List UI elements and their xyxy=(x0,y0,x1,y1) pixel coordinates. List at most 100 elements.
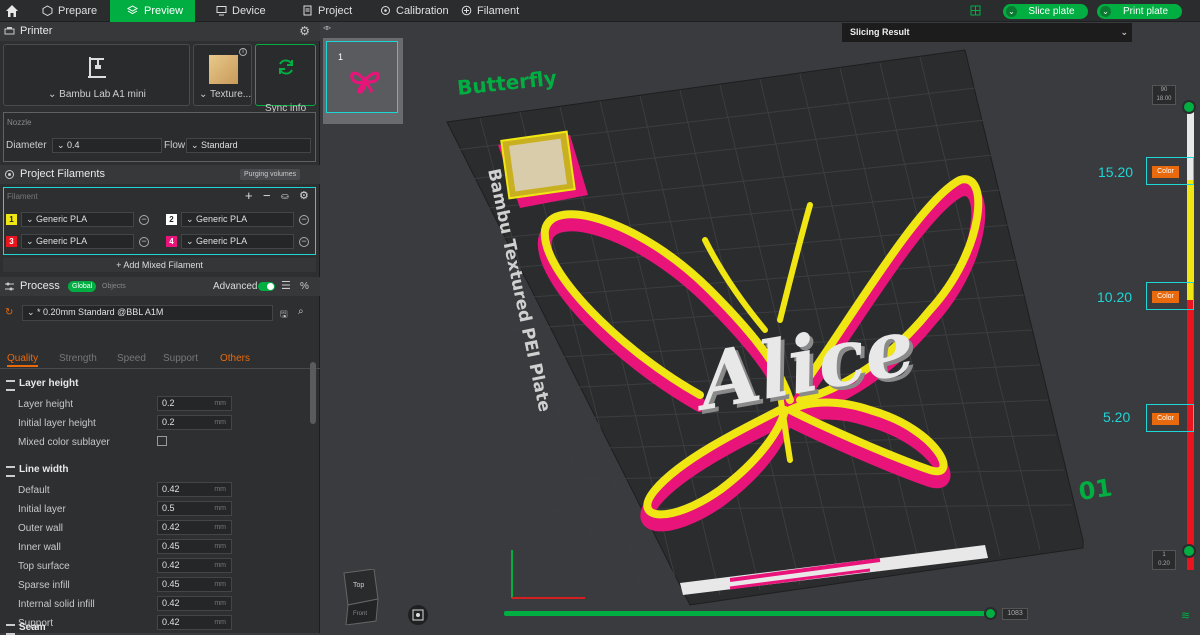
3d-viewport[interactable]: Alice Alice Bambu Textured PEI Plate But… xyxy=(321,22,1200,633)
tab-filament-manager[interactable]: Filament Manager xyxy=(459,0,561,39)
tab-calibration[interactable]: Calibration xyxy=(378,0,449,22)
sync-info-button[interactable]: Sync info xyxy=(255,44,316,114)
printer-card[interactable]: ⌄ Bambu Lab A1 mini xyxy=(3,44,190,106)
layers-stack-icon[interactable]: ≋ xyxy=(1181,609,1190,622)
filament-4-name: Generic PLA xyxy=(196,236,248,246)
slider-top-handle[interactable] xyxy=(1182,100,1196,114)
chevron-down-icon[interactable]: ⌄ xyxy=(1006,6,1017,17)
initial-layer-height-input[interactable]: 0.2 mm xyxy=(157,415,232,430)
mixed-color-sublayer-checkbox[interactable] xyxy=(157,436,167,446)
outer-wall-value: 0.42 xyxy=(162,522,180,532)
cleaning-icon[interactable]: ⛀ xyxy=(281,191,289,202)
tab-others[interactable]: Others xyxy=(220,353,250,364)
filament-2-remove-icon[interactable]: − xyxy=(299,215,309,225)
filament-4-select[interactable]: ⌄ Generic PLA xyxy=(181,234,294,249)
tab-device[interactable]: Device xyxy=(214,0,284,22)
slicing-result-header[interactable]: Slicing Result ⌄ xyxy=(842,23,1132,42)
layout-icon[interactable] xyxy=(970,5,981,16)
objects-toggle[interactable]: Objects xyxy=(102,281,126,292)
add-icon[interactable]: + xyxy=(245,188,253,203)
layer-mark-1-value: 15.20 xyxy=(1098,164,1134,180)
support-width-input[interactable]: 0.42 mm xyxy=(157,615,232,630)
diameter-select[interactable]: ⌄ 0.4 xyxy=(52,138,162,153)
move-slider-handle[interactable] xyxy=(984,607,997,620)
filament-settings-icon[interactable]: ⚙ xyxy=(299,189,309,202)
add-mixed-filament-button[interactable]: + Add Mixed Filament xyxy=(3,258,316,272)
filament-2-select[interactable]: ⌄ Generic PLA xyxy=(181,212,294,227)
plate-card[interactable]: i ⌄ Texture... xyxy=(193,44,252,106)
advanced-toggle[interactable] xyxy=(258,282,275,291)
expand-icon[interactable]: ⌄ xyxy=(1120,23,1128,42)
plate-thumbnail[interactable]: 1 xyxy=(323,38,403,124)
print-plate-button[interactable]: ⌄ Print plate xyxy=(1097,4,1182,19)
inner-wall-input[interactable]: 0.45 mm xyxy=(157,539,232,554)
view-cube[interactable]: Top Front xyxy=(338,568,380,626)
home-icon[interactable] xyxy=(5,4,19,18)
internal-solid-infill-input[interactable]: 0.42 mm xyxy=(157,596,232,611)
tab-preview[interactable]: Preview xyxy=(110,0,195,22)
outer-wall-input[interactable]: 0.42 mm xyxy=(157,520,232,535)
slider-top-label: 90 18.00 xyxy=(1152,85,1176,105)
layer-mark-1[interactable]: Color xyxy=(1146,157,1194,185)
search-icon[interactable]: ⌕ xyxy=(298,306,304,317)
tab-speed[interactable]: Speed xyxy=(117,353,146,364)
filament-1-select[interactable]: ⌄ Generic PLA xyxy=(21,212,134,227)
outer-wall-label: Outer wall xyxy=(18,523,64,534)
calibration-icon xyxy=(381,6,390,15)
initial-layer-width-input[interactable]: 0.5 mm xyxy=(157,501,232,516)
flow-select[interactable]: ⌄ Standard xyxy=(186,138,311,153)
filament-3-swatch[interactable]: 3 xyxy=(6,236,17,247)
advanced-label: Advanced xyxy=(213,281,258,292)
settings-scrollbar[interactable] xyxy=(310,362,316,424)
slider-bottom-height: 0.20 xyxy=(1158,561,1170,567)
layer-mark-1-color-button[interactable]: Color xyxy=(1152,166,1179,178)
list-icon[interactable]: ☰ xyxy=(281,277,291,296)
view-cube-top-label: Top xyxy=(353,582,365,589)
initial-layer-width-label: Initial layer xyxy=(18,504,66,515)
fit-view-icon[interactable] xyxy=(408,605,428,625)
slider-bottom-handle[interactable] xyxy=(1182,544,1196,558)
filament-2-swatch[interactable]: 2 xyxy=(166,214,177,225)
tab-strength[interactable]: Strength xyxy=(59,353,97,364)
filament-4-swatch[interactable]: 4 xyxy=(166,236,177,247)
save-icon[interactable]: 🖫 xyxy=(280,307,288,323)
collapse-icon[interactable]: ◃▹ xyxy=(323,23,331,32)
layer-mark-2-color-button[interactable]: Color xyxy=(1152,291,1179,303)
tab-prepare[interactable]: Prepare xyxy=(40,0,110,22)
compare-icon[interactable]: % xyxy=(300,277,309,296)
gear-icon[interactable]: ⚙ xyxy=(299,22,310,41)
filament-icon xyxy=(5,170,14,179)
layer-height-input[interactable]: 0.2 mm xyxy=(157,396,232,411)
layer-mark-2[interactable]: Color xyxy=(1146,282,1194,310)
layer-mark-3-color-button[interactable]: Color xyxy=(1152,413,1179,425)
tab-project[interactable]: Project xyxy=(300,0,364,22)
layers-icon xyxy=(127,5,138,15)
reset-icon[interactable]: ↻ xyxy=(5,307,13,318)
filament-1-swatch[interactable]: 1 xyxy=(6,214,17,225)
info-icon[interactable]: i xyxy=(239,48,247,56)
filaments-section-header: Project Filaments Purging volumes xyxy=(0,165,320,184)
slice-plate-button[interactable]: ⌄ Slice plate xyxy=(1003,4,1088,19)
filament-3-remove-icon[interactable]: − xyxy=(139,237,149,247)
nozzle-title: Nozzle xyxy=(7,118,32,127)
tab-support[interactable]: Support xyxy=(163,353,198,364)
top-surface-input[interactable]: 0.42 mm xyxy=(157,558,232,573)
sparse-infill-input[interactable]: 0.45 mm xyxy=(157,577,232,592)
purging-volumes-button[interactable]: Purging volumes xyxy=(240,169,301,180)
top-surface-label: Top surface xyxy=(18,561,70,572)
filament-1-remove-icon[interactable]: − xyxy=(139,215,149,225)
chevron-down-icon[interactable]: ⌄ xyxy=(1100,6,1111,17)
tab-prepare-label: Prepare xyxy=(58,5,98,17)
slider-top-layer: 90 xyxy=(1160,87,1168,93)
filament-4-remove-icon[interactable]: − xyxy=(299,237,309,247)
remove-icon[interactable]: − xyxy=(263,188,271,203)
global-toggle[interactable]: Global xyxy=(68,281,97,292)
layer-mark-3[interactable]: Color xyxy=(1146,404,1194,432)
filament-header: Filament xyxy=(7,192,38,201)
default-width-input[interactable]: 0.42 mm xyxy=(157,482,232,497)
move-slider[interactable] xyxy=(504,611,991,616)
process-profile-select[interactable]: ⌄ * 0.20mm Standard @BBL A1M xyxy=(22,305,273,321)
tab-quality[interactable]: Quality xyxy=(7,353,39,367)
default-width-label: Default xyxy=(18,485,50,496)
filament-3-select[interactable]: ⌄ Generic PLA xyxy=(21,234,134,249)
